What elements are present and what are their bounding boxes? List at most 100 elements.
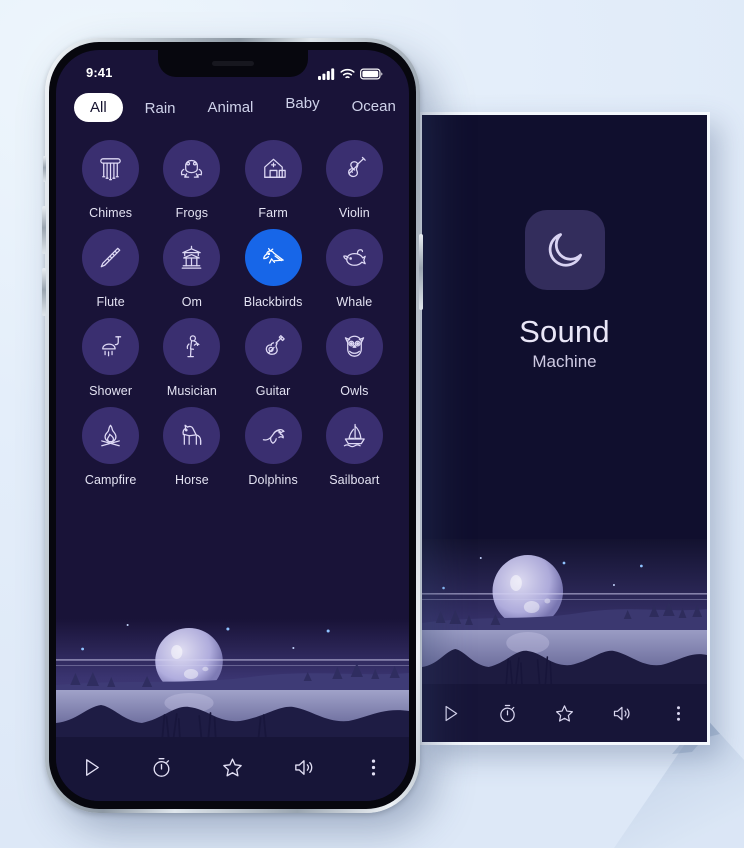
sound-item-chimes[interactable]: Chimes [70, 140, 151, 220]
sound-label: Horse [174, 473, 209, 487]
sound-icon-bubble [325, 318, 383, 375]
sound-icon-bubble [82, 140, 140, 197]
tab-animal[interactable]: Animal [198, 94, 264, 121]
sound-item-guitar[interactable]: Guitar [233, 318, 314, 398]
play-button[interactable] [434, 696, 468, 730]
sound-icon-bubble [163, 229, 221, 286]
signal-icon [318, 68, 335, 80]
star-icon [556, 704, 573, 722]
timer-button[interactable] [491, 696, 525, 730]
sound-icon-bubble [325, 229, 383, 286]
sailboat-icon [343, 423, 365, 448]
night-scene-artwork [422, 539, 707, 684]
timer-button[interactable] [145, 750, 179, 784]
stopwatch-icon [500, 704, 515, 722]
chimes-icon [100, 158, 121, 181]
app-subtitle: Machine [532, 351, 597, 371]
tab-all[interactable]: All [74, 93, 123, 122]
status-time: 9:41 [86, 65, 113, 80]
status-bar: 9:41 [56, 50, 409, 84]
app-logo [524, 210, 605, 291]
flute-icon [100, 247, 121, 268]
phone-mockup: 9:41 All Rain Animal Baby Ocean Chimes F… [42, 38, 423, 813]
sound-label: Shower [89, 384, 133, 398]
more-button[interactable] [357, 750, 391, 784]
silent-switch[interactable] [43, 156, 46, 182]
sound-label: Chimes [89, 206, 133, 220]
sound-label: Musician [166, 384, 217, 398]
sound-item-whale[interactable]: Whale [314, 229, 395, 309]
sound-item-shower[interactable]: Shower [70, 318, 151, 398]
phone-bezel: 9:41 All Rain Animal Baby Ocean Chimes F… [49, 42, 416, 809]
sound-icon-bubble-active [244, 229, 302, 286]
sound-item-blackbirds[interactable]: Blackbirds [233, 229, 314, 309]
volume-button[interactable] [605, 696, 639, 730]
sound-item-dolphins[interactable]: Dolphins [233, 407, 314, 487]
sound-item-owls[interactable]: Owls [314, 318, 395, 398]
sound-icon-bubble [325, 407, 383, 464]
sound-item-om[interactable]: Om [151, 229, 232, 309]
dolphin-icon [262, 429, 285, 444]
more-vertical-icon [677, 705, 680, 721]
sound-label: Campfire [84, 473, 137, 487]
splash-content: Sound Machine [422, 115, 707, 539]
splash-toolbar [422, 684, 707, 742]
horse-icon [182, 424, 202, 445]
sound-item-musician[interactable]: Musician [151, 318, 232, 398]
sound-label: Whale [336, 295, 373, 309]
sound-icon-bubble [244, 318, 302, 375]
favorite-button[interactable] [215, 750, 249, 784]
sound-label: Guitar [255, 384, 291, 398]
power-button[interactable] [419, 234, 423, 310]
sound-icon-bubble [163, 407, 221, 464]
sound-icon-bubble [82, 318, 140, 375]
tab-ocean[interactable]: Ocean [342, 93, 406, 120]
volume-button[interactable] [286, 750, 320, 784]
barn-icon [263, 158, 286, 178]
sound-icon-bubble [244, 407, 302, 464]
sound-icon-bubble [82, 229, 140, 286]
sound-icon-bubble [82, 407, 140, 464]
more-vertical-icon [372, 759, 376, 775]
play-button[interactable] [74, 750, 108, 784]
sound-grid: Chimes Frogs Farm Violin Flute Om Blackb… [56, 126, 409, 613]
sound-label: Flute [96, 295, 125, 309]
volume-down-button[interactable] [42, 268, 46, 316]
bird-icon [262, 247, 284, 264]
pagoda-icon [182, 245, 202, 269]
campfire-icon [101, 424, 120, 447]
star-icon [223, 757, 242, 776]
wifi-icon [340, 68, 355, 79]
sound-item-violin[interactable]: Violin [314, 140, 395, 220]
sound-icon-bubble [163, 140, 221, 197]
more-button[interactable] [662, 696, 696, 730]
play-icon [85, 758, 99, 776]
sound-item-farm[interactable]: Farm [233, 140, 314, 220]
sound-label: Owls [340, 384, 369, 398]
frog-icon [181, 159, 203, 178]
sound-item-sailboart[interactable]: Sailboart [314, 407, 395, 487]
stopwatch-icon [153, 757, 170, 777]
whale-icon [343, 249, 366, 266]
guitar-icon [265, 335, 285, 355]
sound-item-campfire[interactable]: Campfire [70, 407, 151, 487]
sound-item-horse[interactable]: Horse [151, 407, 232, 487]
sound-label: Sailboart [329, 473, 380, 487]
speaker-icon [613, 706, 630, 720]
status-icon-group [318, 68, 383, 80]
tab-rain[interactable]: Rain [135, 95, 186, 122]
musician-icon [187, 335, 200, 358]
sound-label: Dolphins [248, 473, 298, 487]
splash-screen-card: Sound Machine [419, 112, 710, 745]
sound-icon-bubble [325, 140, 383, 197]
tab-baby[interactable]: Baby [275, 90, 329, 117]
night-scene-artwork [56, 619, 409, 737]
favorite-button[interactable] [548, 696, 582, 730]
crescent-moon-icon [548, 233, 582, 267]
app-title: Sound [519, 314, 610, 350]
sound-item-frogs[interactable]: Frogs [151, 140, 232, 220]
volume-up-button[interactable] [42, 206, 46, 254]
sound-item-flute[interactable]: Flute [70, 229, 151, 309]
sound-label: Om [181, 295, 203, 309]
violin-icon [347, 156, 366, 178]
